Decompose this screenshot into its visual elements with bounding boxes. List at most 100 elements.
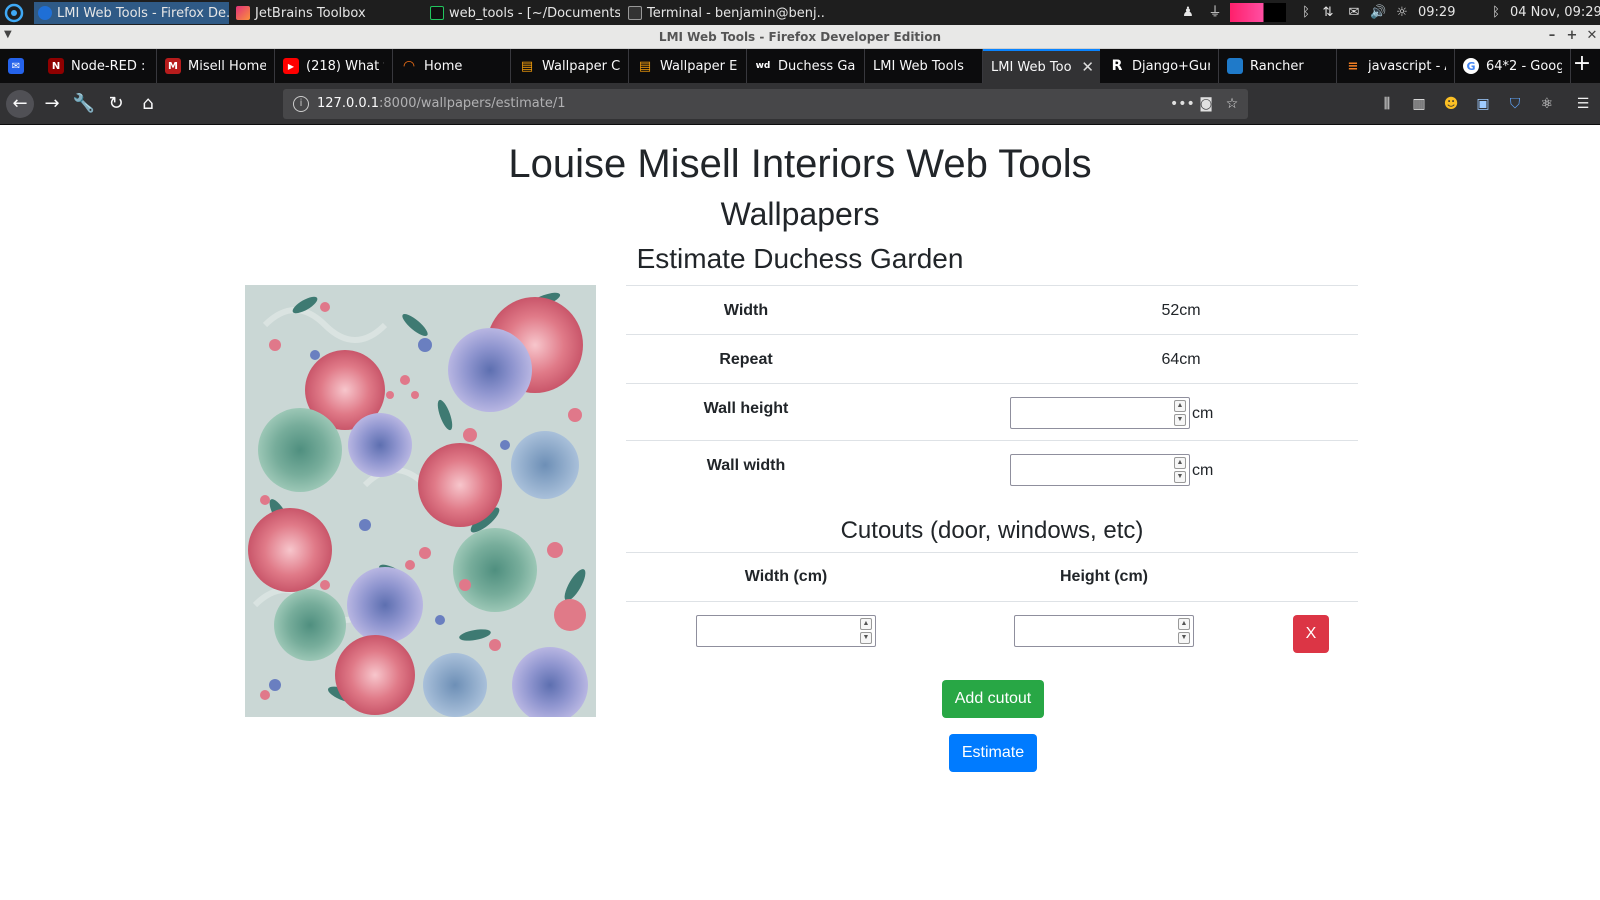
bluetooth-icon-2[interactable]: ᛒ [1488,5,1504,21]
sidebar-icon[interactable]: ▥ [1410,95,1428,113]
emoji-extension-icon[interactable]: ☻ [1442,95,1460,113]
wd-tab-icon: wd [755,61,771,71]
window-title: LMI Web Tools - Firefox Developer Editio… [658,30,942,44]
close-window-icon[interactable]: ✕ [1584,28,1600,43]
maximize-icon[interactable]: + [1564,28,1580,43]
window-titlebar: ▼ LMI Web Tools - Firefox Developer Edit… [0,25,1600,49]
bookmark-star-icon[interactable]: ☆ [1223,95,1241,113]
taskbar-task-jetbrains[interactable]: JetBrains Toolbox [232,2,422,24]
new-tab-button[interactable]: + [1570,53,1594,77]
spec-label: Repeat [719,351,773,368]
wallpaper-image [245,285,596,717]
taskbar-task-pycharm[interactable]: web_tools - [~/Documents... [426,2,620,24]
power-plug-icon[interactable]: ⏚ [1207,5,1223,21]
library-icon[interactable]: ⫼ [1378,95,1396,113]
mail-icon[interactable]: ✉ [1346,5,1362,21]
remove-cutout-button[interactable]: X [1293,615,1329,653]
app-launcher-icon[interactable] [4,3,24,23]
minimize-icon[interactable]: – [1544,28,1560,43]
date-time[interactable]: 04 Nov, 09:29 [1510,5,1600,20]
stackoverflow-icon: ≡ [1347,58,1359,74]
page-actions-icon[interactable]: ••• [1170,95,1195,113]
close-tab-icon[interactable]: ✕ [1081,58,1094,76]
wallpaper-tab-icon-2: ▤ [638,58,652,74]
url-text[interactable]: 127.0.0.1:8000/wallpapers/estimate/1 [317,96,566,111]
tab-duchess-garden[interactable]: wd Duchess Gar [747,49,865,83]
cutout-width-input[interactable]: ▲ ▼ [696,615,876,647]
cutout-height-input[interactable]: ▲ ▼ [1014,615,1194,647]
url-bar[interactable]: i 127.0.0.1:8000/wallpapers/estimate/1 •… [283,89,1248,119]
tab-rancher[interactable]: Rancher [1219,49,1337,83]
react-devtools-icon[interactable]: ⚛ [1538,95,1556,113]
misell-home-icon: M [165,58,181,74]
forward-button[interactable]: → [38,90,66,118]
spec-row-width: Width 52cm [626,285,1358,334]
firefox-icon [38,6,52,20]
tab-home[interactable]: ◠ Home [393,49,511,83]
wall-width-row: Wall width ▲ ▼ cm [626,440,1358,496]
tab-lmi-web-tools-active[interactable]: LMI Web Too ✕ [983,49,1100,83]
pocket-icon[interactable]: ◙ [1197,95,1215,113]
wall-width-input[interactable]: ▲ ▼ [1010,454,1190,486]
rancher-icon [1227,58,1243,74]
divider [626,601,1358,602]
brightness-icon[interactable]: ☼ [1394,5,1410,21]
reload-button[interactable]: ↻ [102,90,130,118]
tray-clock[interactable]: 09:29 [1418,5,1455,20]
cutout-width-header: Width (cm) [744,568,828,585]
r-tab-icon: R [1111,58,1123,74]
add-cutout-button[interactable]: Add cutout [942,680,1044,718]
tab-misell-home[interactable]: M Misell Home [157,49,275,83]
site-title: Louise Misell Interiors Web Tools [508,142,1092,186]
spec-row-repeat: Repeat 64cm [626,334,1358,383]
taskbar-task-firefox[interactable]: LMI Web Tools - Firefox De... [34,2,229,24]
devtools-wrench-icon[interactable]: 🔧 [70,90,98,118]
mail-tab-icon: ✉ [8,58,24,74]
taskbar-task-terminal[interactable]: Terminal - benjamin@benj... [624,2,824,24]
wall-height-row: Wall height ▲ ▼ cm [626,383,1358,440]
cpu-graph[interactable] [1230,3,1286,22]
user-icon[interactable]: ♟ [1180,5,1196,21]
google-icon: G [1463,58,1479,74]
tab-google[interactable]: G 64*2 - Googl [1455,49,1571,83]
unit-label: cm [1192,462,1214,479]
home-button[interactable]: ⌂ [134,90,162,118]
jetbrains-icon [236,6,250,20]
screenshot-extension-icon[interactable]: ▣ [1474,95,1492,113]
number-spinner-icon[interactable]: ▲ ▼ [860,618,872,644]
terminal-icon [628,6,642,20]
tab-django-gunicorn[interactable]: R Django+Gun [1101,49,1219,83]
tab-stackoverflow[interactable]: ≡ javascript - A [1337,49,1455,83]
node-red-icon: N [48,58,64,74]
spec-value: 52cm [1161,302,1201,319]
estimate-button[interactable]: Estimate [949,734,1037,772]
desktop-taskbar: LMI Web Tools - Firefox De... JetBrains … [0,0,1600,25]
tab-youtube[interactable]: ▶ (218) What th [275,49,393,83]
page-content: Louise Misell Interiors Web Tools Wallpa… [0,125,1600,900]
home-tab-icon: ◠ [403,58,415,74]
wallpaper-tab-icon: ▤ [520,58,534,74]
privacy-extension-icon[interactable]: ⛉ [1506,95,1524,113]
tab-wallpaper-create[interactable]: ▤ Wallpaper Cr [511,49,629,83]
back-button[interactable]: ← [6,90,34,118]
tab-lmi-web-tools[interactable]: LMI Web Tools [865,49,983,83]
bluetooth-icon[interactable]: ᛒ [1298,5,1314,21]
number-spinner-icon[interactable]: ▲ ▼ [1174,400,1186,426]
browser-tab-strip: ✉ N Node-RED : 1 M Misell Home ▶ (218) W… [0,49,1600,83]
estimate-heading: Estimate Duchess Garden [636,243,964,274]
network-icon[interactable]: ⇅ [1320,5,1336,21]
number-spinner-icon[interactable]: ▲ ▼ [1178,618,1190,644]
wall-height-input[interactable]: ▲ ▼ [1010,397,1190,429]
wall-width-label: Wall width [706,457,786,474]
cutouts-title: Cutouts (door, windows, etc) [840,517,1144,544]
section-title: Wallpapers [720,196,880,232]
spec-label: Width [723,302,769,319]
tab-wallpaper-estimate[interactable]: ▤ Wallpaper Es [629,49,747,83]
tab-pinned-mail[interactable]: ✉ [0,49,40,83]
volume-icon[interactable]: 🔊 [1370,5,1386,21]
hamburger-menu-icon[interactable]: ☰ [1574,95,1592,113]
number-spinner-icon[interactable]: ▲ ▼ [1174,457,1186,483]
spec-value: 64cm [1161,351,1201,368]
tab-node-red[interactable]: N Node-RED : 1 [40,49,157,83]
site-info-icon[interactable]: i [293,96,309,112]
